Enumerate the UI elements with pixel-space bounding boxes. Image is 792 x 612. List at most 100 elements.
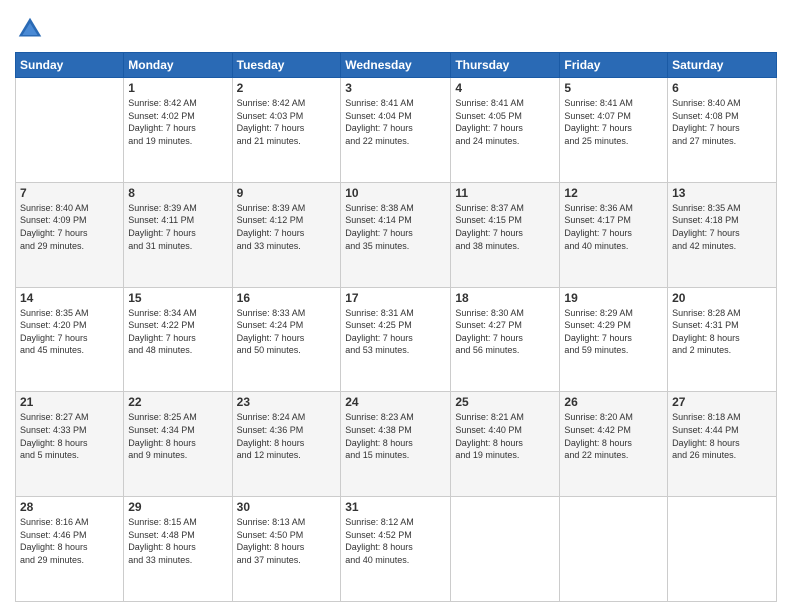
calendar-cell: 16Sunrise: 8:33 AM Sunset: 4:24 PM Dayli…	[232, 287, 341, 392]
day-info: Sunrise: 8:23 AM Sunset: 4:38 PM Dayligh…	[345, 411, 446, 461]
calendar-header: SundayMondayTuesdayWednesdayThursdayFrid…	[16, 53, 777, 78]
calendar-cell: 14 Sunrise: 8:35 AM Sunset: 4:20 PM Dayli…	[16, 287, 124, 392]
logo	[15, 14, 49, 44]
day-info: Sunrise: 8:25 AM Sunset: 4:34 PM Dayligh…	[128, 411, 227, 461]
calendar-cell	[668, 497, 777, 602]
logo-icon	[15, 14, 45, 44]
calendar-cell: 15 Sunrise: 8:34 AM Sunset: 4:22 PM Dayli…	[124, 287, 232, 392]
day-info: Sunrise: 8:35 AM Sunset: 4:20 PM Dayligh…	[20, 307, 119, 357]
calendar-cell: 4Sunrise: 8:41 AM Sunset: 4:05 PM Daylig…	[451, 78, 560, 183]
day-number: 28	[20, 500, 119, 514]
calendar-week: 14 Sunrise: 8:35 AM Sunset: 4:20 PM Dayli…	[16, 287, 777, 392]
day-number: 22	[128, 395, 227, 409]
day-number: 24	[345, 395, 446, 409]
calendar-cell: 26 Sunrise: 8:20 AM Sunset: 4:42 PM Dayli…	[560, 392, 668, 497]
calendar-cell: 31 Sunrise: 8:12 AM Sunset: 4:52 PM Dayli…	[341, 497, 451, 602]
day-number: 6	[672, 81, 772, 95]
day-number: 27	[672, 395, 772, 409]
calendar: SundayMondayTuesdayWednesdayThursdayFrid…	[15, 52, 777, 602]
calendar-cell: 27Sunrise: 8:18 AM Sunset: 4:44 PM Dayli…	[668, 392, 777, 497]
day-number: 30	[237, 500, 337, 514]
calendar-week: 7 Sunrise: 8:40 AM Sunset: 4:09 PM Daylig…	[16, 182, 777, 287]
calendar-cell: 28 Sunrise: 8:16 AM Sunset: 4:46 PM Dayli…	[16, 497, 124, 602]
day-info: Sunrise: 8:15 AM Sunset: 4:48 PM Dayligh…	[128, 516, 227, 566]
day-info: Sunrise: 8:27 AM Sunset: 4:33 PM Dayligh…	[20, 411, 119, 461]
day-info: Sunrise: 8:39 AM Sunset: 4:12 PM Dayligh…	[237, 202, 337, 252]
day-info: Sunrise: 8:21 AM Sunset: 4:40 PM Dayligh…	[455, 411, 555, 461]
calendar-cell: 2Sunrise: 8:42 AM Sunset: 4:03 PM Daylig…	[232, 78, 341, 183]
day-number: 11	[455, 186, 555, 200]
calendar-cell: 19Sunrise: 8:29 AM Sunset: 4:29 PM Dayli…	[560, 287, 668, 392]
day-info: Sunrise: 8:41 AM Sunset: 4:05 PM Dayligh…	[455, 97, 555, 147]
page: SundayMondayTuesdayWednesdayThursdayFrid…	[0, 0, 792, 612]
calendar-cell: 5 Sunrise: 8:41 AM Sunset: 4:07 PM Daylig…	[560, 78, 668, 183]
day-number: 12	[564, 186, 663, 200]
day-info: Sunrise: 8:35 AM Sunset: 4:18 PM Dayligh…	[672, 202, 772, 252]
calendar-week: 21 Sunrise: 8:27 AM Sunset: 4:33 PM Dayli…	[16, 392, 777, 497]
day-number: 26	[564, 395, 663, 409]
calendar-week: 1Sunrise: 8:42 AM Sunset: 4:02 PM Daylig…	[16, 78, 777, 183]
calendar-cell: 11Sunrise: 8:37 AM Sunset: 4:15 PM Dayli…	[451, 182, 560, 287]
day-number: 3	[345, 81, 446, 95]
calendar-cell: 8 Sunrise: 8:39 AM Sunset: 4:11 PM Daylig…	[124, 182, 232, 287]
weekday-header: Friday	[560, 53, 668, 78]
calendar-cell: 24 Sunrise: 8:23 AM Sunset: 4:38 PM Dayli…	[341, 392, 451, 497]
day-number: 14	[20, 291, 119, 305]
day-number: 23	[237, 395, 337, 409]
calendar-cell: 9Sunrise: 8:39 AM Sunset: 4:12 PM Daylig…	[232, 182, 341, 287]
day-number: 7	[20, 186, 119, 200]
calendar-cell	[451, 497, 560, 602]
day-number: 25	[455, 395, 555, 409]
calendar-cell: 22 Sunrise: 8:25 AM Sunset: 4:34 PM Dayli…	[124, 392, 232, 497]
day-number: 19	[564, 291, 663, 305]
header	[15, 10, 777, 44]
day-number: 10	[345, 186, 446, 200]
calendar-cell: 18 Sunrise: 8:30 AM Sunset: 4:27 PM Dayli…	[451, 287, 560, 392]
calendar-cell: 3 Sunrise: 8:41 AM Sunset: 4:04 PM Daylig…	[341, 78, 451, 183]
day-info: Sunrise: 8:12 AM Sunset: 4:52 PM Dayligh…	[345, 516, 446, 566]
calendar-cell: 29 Sunrise: 8:15 AM Sunset: 4:48 PM Dayli…	[124, 497, 232, 602]
day-number: 18	[455, 291, 555, 305]
day-info: Sunrise: 8:38 AM Sunset: 4:14 PM Dayligh…	[345, 202, 446, 252]
calendar-cell: 23 Sunrise: 8:24 AM Sunset: 4:36 PM Dayli…	[232, 392, 341, 497]
calendar-cell: 25 Sunrise: 8:21 AM Sunset: 4:40 PM Dayli…	[451, 392, 560, 497]
calendar-cell: 21 Sunrise: 8:27 AM Sunset: 4:33 PM Dayli…	[16, 392, 124, 497]
day-number: 17	[345, 291, 446, 305]
day-info: Sunrise: 8:40 AM Sunset: 4:09 PM Dayligh…	[20, 202, 119, 252]
weekday-header: Thursday	[451, 53, 560, 78]
day-info: Sunrise: 8:24 AM Sunset: 4:36 PM Dayligh…	[237, 411, 337, 461]
calendar-cell: 6Sunrise: 8:40 AM Sunset: 4:08 PM Daylig…	[668, 78, 777, 183]
calendar-week: 28 Sunrise: 8:16 AM Sunset: 4:46 PM Dayli…	[16, 497, 777, 602]
calendar-cell	[16, 78, 124, 183]
calendar-cell: 30 Sunrise: 8:13 AM Sunset: 4:50 PM Dayli…	[232, 497, 341, 602]
day-number: 5	[564, 81, 663, 95]
weekday-header: Sunday	[16, 53, 124, 78]
day-info: Sunrise: 8:36 AM Sunset: 4:17 PM Dayligh…	[564, 202, 663, 252]
calendar-cell: 1Sunrise: 8:42 AM Sunset: 4:02 PM Daylig…	[124, 78, 232, 183]
day-number: 8	[128, 186, 227, 200]
day-info: Sunrise: 8:33 AM Sunset: 4:24 PM Dayligh…	[237, 307, 337, 357]
day-number: 15	[128, 291, 227, 305]
weekday-header: Tuesday	[232, 53, 341, 78]
calendar-cell: 13Sunrise: 8:35 AM Sunset: 4:18 PM Dayli…	[668, 182, 777, 287]
day-number: 29	[128, 500, 227, 514]
day-info: Sunrise: 8:42 AM Sunset: 4:02 PM Dayligh…	[128, 97, 227, 147]
day-info: Sunrise: 8:16 AM Sunset: 4:46 PM Dayligh…	[20, 516, 119, 566]
day-number: 2	[237, 81, 337, 95]
day-info: Sunrise: 8:41 AM Sunset: 4:07 PM Dayligh…	[564, 97, 663, 147]
day-info: Sunrise: 8:28 AM Sunset: 4:31 PM Dayligh…	[672, 307, 772, 357]
calendar-cell: 12 Sunrise: 8:36 AM Sunset: 4:17 PM Dayli…	[560, 182, 668, 287]
day-info: Sunrise: 8:13 AM Sunset: 4:50 PM Dayligh…	[237, 516, 337, 566]
day-number: 31	[345, 500, 446, 514]
day-info: Sunrise: 8:41 AM Sunset: 4:04 PM Dayligh…	[345, 97, 446, 147]
weekday-header: Saturday	[668, 53, 777, 78]
day-number: 21	[20, 395, 119, 409]
day-info: Sunrise: 8:30 AM Sunset: 4:27 PM Dayligh…	[455, 307, 555, 357]
day-info: Sunrise: 8:34 AM Sunset: 4:22 PM Dayligh…	[128, 307, 227, 357]
day-info: Sunrise: 8:39 AM Sunset: 4:11 PM Dayligh…	[128, 202, 227, 252]
day-info: Sunrise: 8:20 AM Sunset: 4:42 PM Dayligh…	[564, 411, 663, 461]
calendar-cell: 10 Sunrise: 8:38 AM Sunset: 4:14 PM Dayli…	[341, 182, 451, 287]
weekday-header: Wednesday	[341, 53, 451, 78]
day-info: Sunrise: 8:31 AM Sunset: 4:25 PM Dayligh…	[345, 307, 446, 357]
calendar-cell: 17 Sunrise: 8:31 AM Sunset: 4:25 PM Dayli…	[341, 287, 451, 392]
